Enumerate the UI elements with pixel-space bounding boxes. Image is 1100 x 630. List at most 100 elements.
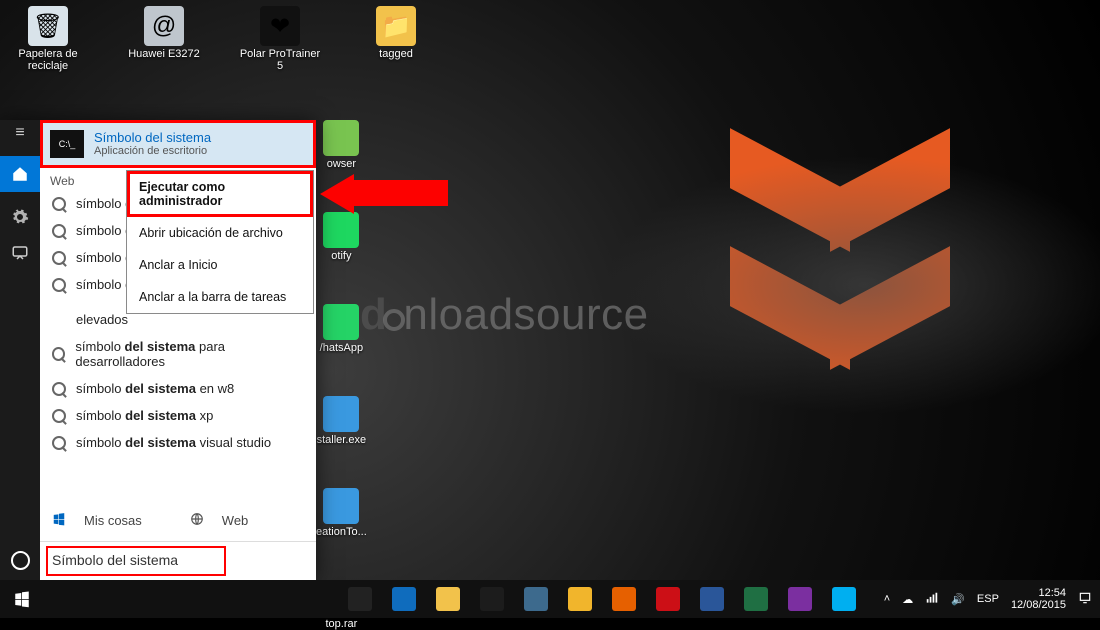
desktop-icon-partial[interactable]: owser: [316, 120, 367, 170]
context-menu-item[interactable]: Abrir ubicación de archivo: [127, 217, 313, 249]
task-view-icon: [348, 587, 372, 611]
suggestion-text: símbolo del sistema xp: [76, 408, 213, 423]
desktop-icons-row: 🗑Papelera de reciclaje @ Huawei E3272 ❤Pola…: [0, 0, 1100, 72]
tray-chevron-icon[interactable]: ˄: [884, 593, 890, 605]
search-suggestion[interactable]: símbolo del sistema en w8: [40, 375, 316, 402]
search-suggestion[interactable]: símbolo del sistema para desarrolladores: [40, 333, 316, 375]
best-match-subtitle: Aplicación de escritorio: [94, 145, 211, 157]
taskbar-app-store[interactable]: [471, 580, 513, 618]
taskbar-pinned-apps: [339, 580, 865, 618]
system-tray: ˄ ☁ 🔊 ESP 12:54 12/08/2015: [884, 587, 1100, 611]
best-match-title: Símbolo del sistema: [94, 130, 211, 145]
desktop-icon-label: otify: [331, 250, 351, 262]
desktop-icon-image: [323, 304, 359, 340]
desktop-icon-partial[interactable]: eationTo...: [316, 488, 367, 538]
context-menu-item[interactable]: Ejecutar como administrador: [127, 171, 313, 217]
desktop-icon-image: [323, 488, 359, 524]
tray-volume-icon[interactable]: 🔊: [951, 593, 965, 606]
gear-icon[interactable]: [9, 206, 31, 228]
cortana-button[interactable]: [0, 540, 40, 580]
taskbar-app-edge[interactable]: [383, 580, 425, 618]
taskbar-app-chrome[interactable]: [559, 580, 601, 618]
suggestion-text: símbolo del sistema en w8: [76, 381, 234, 396]
desktop-icon[interactable]: 📁tagged: [354, 6, 438, 72]
desktop-icon-label: eationTo...: [316, 526, 367, 538]
taskbar: ˄ ☁ 🔊 ESP 12:54 12/08/2015: [0, 580, 1100, 618]
hamburger-icon[interactable]: ≡: [9, 122, 31, 144]
desktop-icon-partial[interactable]: otify: [316, 212, 367, 262]
suggestion-text: símbolo del sistema visual studio: [76, 435, 271, 450]
desktop-icon[interactable]: 🗑Papelera de reciclaje: [6, 6, 90, 72]
taskbar-app-skype[interactable]: [823, 580, 865, 618]
desktop-icon[interactable]: ❤Polar ProTrainer 5: [238, 6, 322, 72]
context-menu-item[interactable]: Anclar a Inicio: [127, 249, 313, 281]
globe-icon: [190, 512, 204, 529]
desktop-icon-label: Polar ProTrainer 5: [238, 48, 322, 72]
firefox-icon: [612, 587, 636, 611]
chrome-icon: [568, 587, 592, 611]
taskbar-app-file-explorer[interactable]: [427, 580, 469, 618]
desktop-icon-label: Papelera de reciclaje: [6, 48, 90, 72]
start-left-rail: ≡: [0, 120, 40, 580]
desktop-icon-partial[interactable]: staller.exe: [316, 396, 367, 446]
desktop-icon-image: 🗑: [28, 6, 68, 46]
excel-icon: [744, 587, 768, 611]
desktop-icon-label: top.rar: [325, 618, 357, 630]
search-icon: [52, 278, 66, 292]
edge-icon: [392, 587, 416, 611]
store-icon: [480, 587, 504, 611]
taskbar-app-task-view[interactable]: [339, 580, 381, 618]
search-scope-row: Mis cosas Web: [40, 502, 316, 541]
start-button[interactable]: [0, 580, 44, 618]
feedback-icon[interactable]: [9, 242, 31, 264]
taskbar-app-excel[interactable]: [735, 580, 777, 618]
search-icon: [52, 409, 66, 423]
suggestion-text: símbolo d: [76, 196, 132, 211]
cmd-icon: [50, 130, 84, 158]
desktop-icon-image: [323, 120, 359, 156]
cortana-icon: [11, 551, 30, 570]
context-menu: Ejecutar como administradorAbrir ubicaci…: [126, 170, 314, 314]
filter-my-stuff[interactable]: Mis cosas: [84, 513, 142, 528]
search-suggestion[interactable]: símbolo del sistema xp: [40, 402, 316, 429]
tray-network-icon[interactable]: [925, 591, 939, 608]
search-icon: [52, 436, 66, 450]
desktop-icon-label: Huawei E3272: [128, 48, 200, 60]
suggestion-text: símbolo d: [76, 277, 132, 292]
desktop-icon[interactable]: @ Huawei E3272: [122, 6, 206, 72]
suggestion-text: símbolo del sistema para desarrolladores: [75, 339, 304, 369]
suggestion-text: símbolo d: [76, 223, 132, 238]
desktop-icon-label: owser: [327, 158, 356, 170]
tray-onedrive-icon[interactable]: ☁: [902, 593, 913, 606]
skype-icon: [832, 587, 856, 611]
search-icon: [52, 251, 66, 265]
tray-notifications-icon[interactable]: [1078, 591, 1092, 608]
desktop-icon-image: ❤: [260, 6, 300, 46]
suggestion-text: símbolo d: [76, 250, 132, 265]
search-input-container: [40, 541, 316, 580]
taskbar-app-opera[interactable]: [647, 580, 689, 618]
watermark: dnloadsource: [360, 290, 649, 340]
search-icon: [52, 197, 66, 211]
taskbar-app-firefox[interactable]: [603, 580, 645, 618]
home-icon[interactable]: [0, 156, 40, 192]
taskbar-app-weather[interactable]: [515, 580, 557, 618]
desktop-icon-label: tagged: [379, 48, 413, 60]
desktop-icon-partial[interactable]: /hatsApp: [316, 304, 367, 354]
tray-language[interactable]: ESP: [977, 593, 999, 605]
best-match-result[interactable]: Símbolo del sistema Aplicación de escrit…: [40, 120, 316, 168]
taskbar-app-word[interactable]: [691, 580, 733, 618]
search-icon: [52, 224, 66, 238]
desktop-icon-label: staller.exe: [317, 434, 367, 446]
desktop-icon-image: @: [144, 6, 184, 46]
filter-web[interactable]: Web: [222, 513, 249, 528]
search-input[interactable]: [52, 552, 304, 568]
context-menu-item[interactable]: Anclar a la barra de tareas: [127, 281, 313, 313]
taskbar-clock[interactable]: 12:54 12/08/2015: [1011, 587, 1066, 611]
search-suggestion[interactable]: símbolo del sistema visual studio: [40, 429, 316, 456]
desktop-icon-image: [323, 212, 359, 248]
search-icon: [52, 347, 65, 361]
taskbar-app-onenote[interactable]: [779, 580, 821, 618]
desktop-icon-image: [323, 396, 359, 432]
wallpaper-logo: [730, 160, 950, 368]
